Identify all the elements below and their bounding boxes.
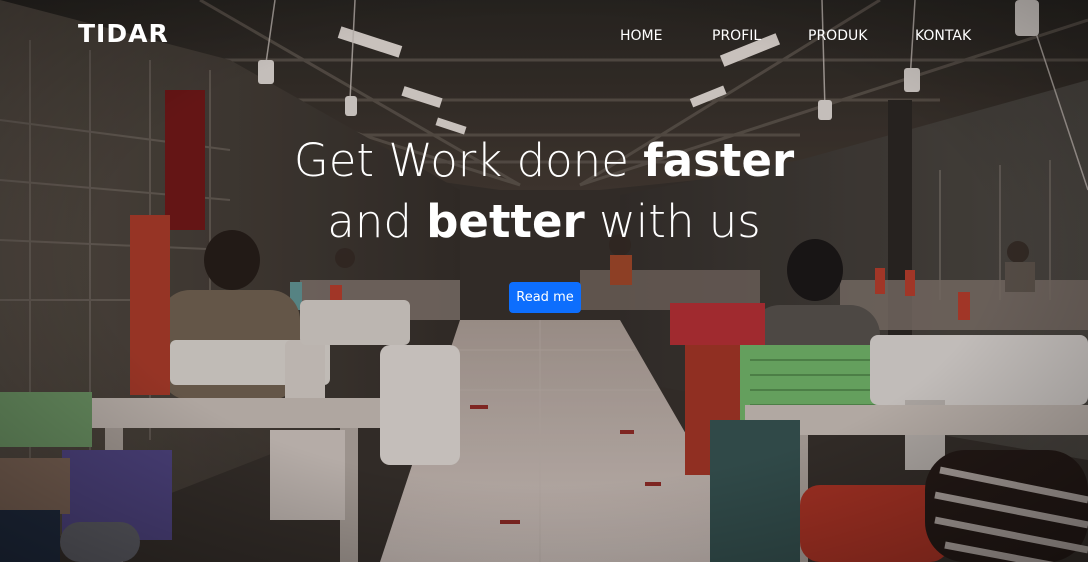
headline-line1-light: Get Work done <box>293 134 644 187</box>
hero-section: TIDAR HOME PROFIL PRODUK KONTAK Get Work… <box>0 0 1088 562</box>
hero-headline: Get Work done faster and better with us <box>194 130 894 252</box>
headline-line2-bold: better <box>426 195 585 248</box>
nav-item-kontak[interactable]: KONTAK <box>915 27 971 45</box>
read-more-button[interactable]: Read me <box>509 282 581 313</box>
hero-background-image <box>0 0 1088 562</box>
nav-item-profil[interactable]: PROFIL <box>712 27 761 45</box>
nav-menu: HOME PROFIL PRODUK KONTAK <box>0 0 1088 72</box>
nav-item-produk[interactable]: PRODUK <box>808 27 867 45</box>
nav-item-home[interactable]: HOME <box>620 27 662 45</box>
headline-line1-bold: faster <box>643 134 795 187</box>
headline-line2-light-a: and <box>327 195 427 248</box>
navbar: TIDAR HOME PROFIL PRODUK KONTAK <box>0 0 1088 72</box>
headline-line2-light-b: with us <box>584 195 761 248</box>
